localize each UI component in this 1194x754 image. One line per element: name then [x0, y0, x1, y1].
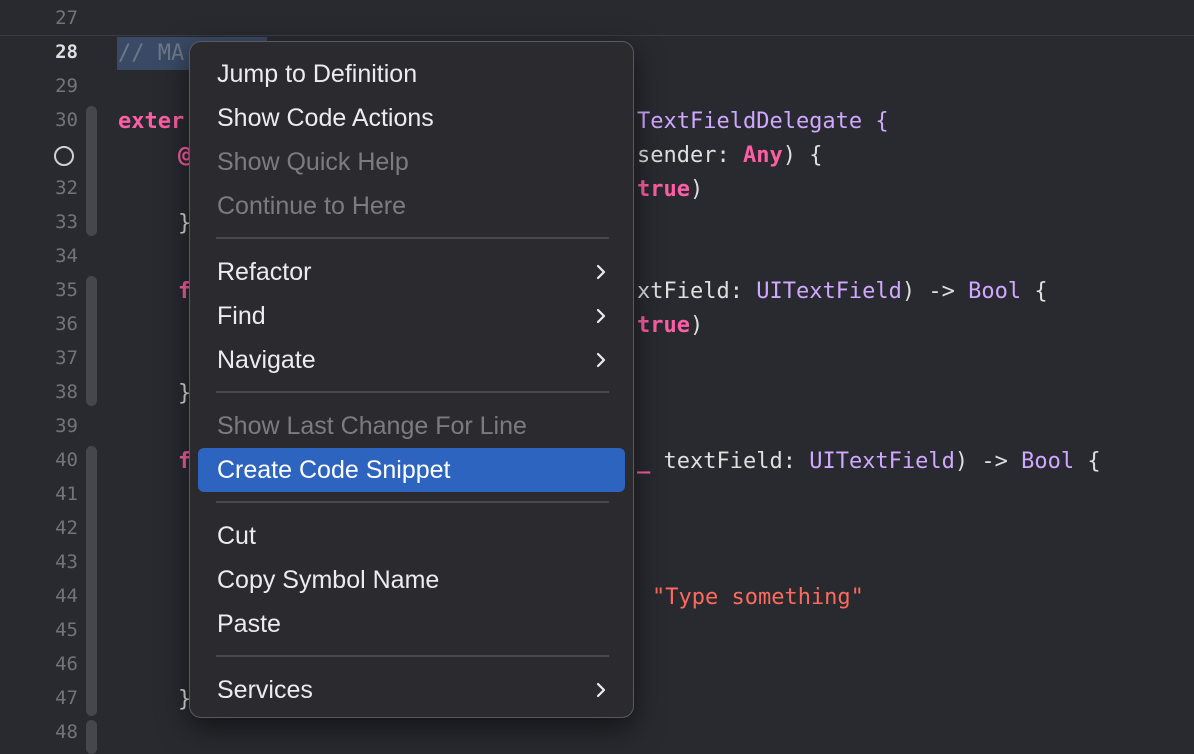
menu-item-create-code-snippet[interactable]: Create Code Snippet: [198, 448, 625, 492]
code-fold-ribbon[interactable]: [86, 446, 97, 716]
code-line-32[interactable]: true): [637, 173, 703, 207]
line-number[interactable]: 45: [0, 613, 78, 647]
line-number[interactable]: 36: [0, 307, 78, 341]
menu-item-paste[interactable]: Paste: [198, 602, 625, 646]
menu-item-label: Show Code Actions: [217, 104, 434, 132]
line-number[interactable]: 37: [0, 341, 78, 375]
code-line-31[interactable]: sender: Any) {: [637, 139, 822, 173]
code-text: ): [689, 313, 704, 338]
code-text: textField:: [650, 449, 810, 474]
menu-item-label: Paste: [217, 610, 281, 638]
line-number-current[interactable]: 28: [0, 35, 78, 69]
code-type: Bool: [1021, 449, 1075, 474]
code-type: UITextField: [809, 449, 955, 474]
chevron-right-icon: [596, 308, 606, 324]
line-number[interactable]: 44: [0, 579, 78, 613]
menu-item-label: Continue to Here: [217, 192, 407, 220]
line-number[interactable]: 35: [0, 273, 78, 307]
menu-separator: [216, 501, 609, 503]
code-text: ) {: [782, 143, 823, 168]
line-number[interactable]: 39: [0, 409, 78, 443]
menu-item-jump-to-definition[interactable]: Jump to Definition: [198, 52, 625, 96]
menu-separator: [216, 391, 609, 393]
code-fold-ribbon[interactable]: [86, 720, 97, 754]
chevron-right-icon: [596, 682, 606, 698]
code-string[interactable]: "Type something": [652, 581, 864, 615]
code-underscore: _: [637, 449, 651, 474]
code-line-35[interactable]: xtField: UITextField) -> Bool {: [637, 275, 1048, 309]
menu-item-label: Show Quick Help: [217, 148, 409, 176]
code-fold-ribbon[interactable]: [86, 276, 97, 406]
menu-item-continue-to-here: Continue to Here: [198, 184, 625, 228]
menu-item-label: Show Last Change For Line: [217, 412, 527, 440]
menu-item-label: Jump to Definition: [217, 60, 418, 88]
code-text: ) ->: [901, 279, 969, 304]
menu-item-label: Services: [217, 676, 313, 704]
code-text: ) ->: [954, 449, 1022, 474]
code-type: Bool: [968, 279, 1022, 304]
line-number[interactable]: 47: [0, 681, 78, 715]
menu-item-show-last-change: Show Last Change For Line: [198, 404, 625, 448]
code-line-36[interactable]: true): [637, 309, 703, 343]
line-number[interactable]: 30: [0, 103, 78, 137]
menu-separator: [216, 237, 609, 239]
code-text: {: [1021, 279, 1048, 304]
line-number[interactable]: 42: [0, 511, 78, 545]
chevron-right-icon: [596, 264, 606, 280]
code-line-40[interactable]: _ textField: UITextField) -> Bool {: [637, 445, 1101, 479]
code-text: xtField:: [637, 279, 757, 304]
current-line-divider: [0, 35, 1194, 36]
menu-item-label: Navigate: [217, 346, 316, 374]
context-menu: Jump to Definition Show Code Actions Sho…: [189, 41, 634, 718]
menu-item-show-code-actions[interactable]: Show Code Actions: [198, 96, 625, 140]
line-number[interactable]: 46: [0, 647, 78, 681]
line-number[interactable]: 29: [0, 69, 78, 103]
line-number[interactable]: 27: [0, 1, 78, 35]
menu-item-find[interactable]: Find: [198, 294, 625, 338]
menu-item-cut[interactable]: Cut: [198, 514, 625, 558]
line-number[interactable]: 48: [0, 715, 78, 749]
code-type-any: Any: [742, 143, 783, 168]
menu-item-services[interactable]: Services: [198, 668, 625, 712]
code-keyword-true: true: [637, 177, 690, 202]
menu-item-show-quick-help: Show Quick Help: [198, 140, 625, 184]
menu-item-label: Refactor: [217, 258, 312, 286]
line-number[interactable]: 38: [0, 375, 78, 409]
code-keyword[interactable]: exter: [118, 105, 184, 139]
menu-item-label: Copy Symbol Name: [217, 566, 440, 594]
code-keyword-true: true: [637, 313, 690, 338]
line-number[interactable]: 32: [0, 171, 78, 205]
menu-item-label: Cut: [217, 522, 256, 550]
menu-item-label: Create Code Snippet: [217, 456, 451, 484]
menu-item-navigate[interactable]: Navigate: [198, 338, 625, 382]
code-type: UITextField: [756, 279, 902, 304]
line-number[interactable]: 41: [0, 477, 78, 511]
menu-separator: [216, 655, 609, 657]
line-number[interactable]: 34: [0, 239, 78, 273]
code-text: ): [689, 177, 704, 202]
code-text: {: [1074, 449, 1101, 474]
line-number[interactable]: 43: [0, 545, 78, 579]
code-fold-ribbon[interactable]: [86, 106, 97, 236]
code-text: sender:: [637, 143, 743, 168]
menu-item-refactor[interactable]: Refactor: [198, 250, 625, 294]
code-comment[interactable]: // MA: [118, 37, 184, 71]
line-number[interactable]: 33: [0, 205, 78, 239]
chevron-right-icon: [596, 352, 606, 368]
line-number[interactable]: 40: [0, 443, 78, 477]
menu-item-label: Find: [217, 302, 266, 330]
menu-item-copy-symbol-name[interactable]: Copy Symbol Name: [198, 558, 625, 602]
breakpoint-circle-icon[interactable]: [54, 146, 74, 166]
code-type[interactable]: TextFieldDelegate {: [637, 105, 889, 139]
